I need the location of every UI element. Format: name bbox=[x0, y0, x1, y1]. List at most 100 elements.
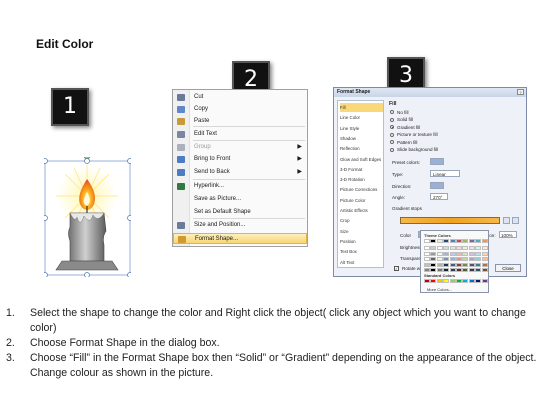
standard-color-swatch[interactable] bbox=[481, 279, 488, 283]
color-swatch[interactable] bbox=[456, 257, 462, 261]
color-swatch[interactable] bbox=[443, 262, 450, 267]
color-swatch[interactable] bbox=[443, 268, 450, 272]
color-swatch[interactable] bbox=[468, 246, 475, 250]
standard-color-swatch[interactable] bbox=[424, 279, 430, 283]
color-swatch[interactable] bbox=[424, 251, 430, 256]
menu-item-set-as-default-shape[interactable]: Set as Default Shape bbox=[173, 207, 307, 218]
color-swatch[interactable] bbox=[449, 246, 456, 250]
color-swatch[interactable] bbox=[424, 262, 430, 267]
nav-item-alt-text[interactable]: Alt Text bbox=[340, 258, 383, 267]
nav-item-glow-and-soft-edges[interactable]: Glow and Soft Edges bbox=[340, 155, 383, 164]
color-swatch[interactable] bbox=[449, 268, 456, 272]
nav-item-picture-color[interactable]: Picture Color bbox=[340, 196, 383, 205]
color-swatch[interactable] bbox=[468, 257, 475, 261]
fill-radio-5[interactable] bbox=[390, 147, 394, 152]
nav-item-line-color[interactable]: Line Color bbox=[340, 113, 383, 122]
fill-radio-4[interactable] bbox=[390, 140, 394, 144]
menu-item-format-shape[interactable]: Format Shape... bbox=[173, 233, 307, 244]
nav-item-position[interactable]: Position bbox=[340, 237, 383, 246]
color-swatch[interactable] bbox=[462, 251, 469, 256]
nav-item-picture-corrections[interactable]: Picture Corrections bbox=[340, 185, 383, 194]
color-swatch[interactable] bbox=[481, 257, 488, 261]
color-swatch[interactable] bbox=[481, 251, 488, 256]
standard-color-swatch[interactable] bbox=[456, 279, 462, 283]
color-swatch[interactable] bbox=[481, 262, 488, 267]
type-dropdown[interactable]: Linear bbox=[430, 170, 460, 177]
color-swatch[interactable] bbox=[430, 257, 437, 261]
color-swatch[interactable] bbox=[468, 239, 475, 243]
color-swatch[interactable] bbox=[462, 268, 469, 272]
rotate-checkbox[interactable]: ✓ bbox=[394, 266, 399, 271]
color-swatch[interactable] bbox=[449, 239, 456, 243]
color-swatch[interactable] bbox=[462, 239, 469, 243]
color-swatch[interactable] bbox=[462, 246, 469, 250]
angle-input[interactable]: 270° bbox=[430, 193, 448, 200]
menu-item-edit-text[interactable]: Edit Text bbox=[173, 129, 307, 140]
color-swatch[interactable] bbox=[436, 268, 443, 272]
standard-color-swatch[interactable] bbox=[443, 279, 450, 283]
menu-item-size-and-position[interactable]: Size and Position... bbox=[173, 220, 307, 231]
nav-item-text-box[interactable]: Text Box bbox=[340, 247, 383, 256]
color-swatch[interactable] bbox=[449, 251, 456, 256]
color-swatch[interactable] bbox=[481, 239, 488, 243]
color-swatch[interactable] bbox=[475, 246, 482, 250]
nav-item-reflection[interactable]: Reflection bbox=[340, 144, 383, 153]
position-input[interactable]: 100% bbox=[499, 231, 517, 238]
color-swatch[interactable] bbox=[443, 257, 450, 261]
color-swatch[interactable] bbox=[475, 268, 482, 272]
color-swatch[interactable] bbox=[430, 239, 437, 243]
direction-dropdown[interactable] bbox=[430, 182, 444, 189]
color-swatch[interactable] bbox=[436, 239, 443, 243]
add-stop-button[interactable] bbox=[503, 217, 510, 224]
nav-item-line-style[interactable]: Line Style bbox=[340, 124, 383, 133]
standard-color-swatch[interactable] bbox=[430, 279, 437, 283]
menu-item-copy[interactable]: Copy bbox=[173, 104, 307, 115]
color-swatch[interactable] bbox=[424, 239, 430, 243]
standard-color-swatch[interactable] bbox=[468, 279, 475, 283]
standard-color-swatch[interactable] bbox=[449, 279, 456, 283]
color-swatch[interactable] bbox=[456, 262, 462, 267]
nav-item-size[interactable]: Size bbox=[340, 227, 383, 236]
nav-item-shadow[interactable]: Shadow bbox=[340, 134, 383, 143]
remove-stop-button[interactable] bbox=[512, 217, 519, 224]
color-swatch[interactable] bbox=[475, 251, 482, 256]
nav-item-crop[interactable]: Crop bbox=[340, 216, 383, 225]
color-swatch[interactable] bbox=[468, 268, 475, 272]
color-swatch[interactable] bbox=[436, 262, 443, 267]
menu-item-hyperlink[interactable]: Hyperlink... bbox=[173, 181, 307, 192]
color-swatch[interactable] bbox=[456, 239, 462, 243]
color-swatch[interactable] bbox=[436, 246, 443, 250]
nav-item-3-d-rotation[interactable]: 3-D Rotation bbox=[340, 175, 383, 184]
nav-item-artistic-effects[interactable]: Artistic Effects bbox=[340, 206, 383, 215]
color-swatch[interactable] bbox=[462, 257, 469, 261]
standard-color-swatch[interactable] bbox=[436, 279, 443, 283]
standard-color-swatch[interactable] bbox=[475, 279, 482, 283]
menu-item-cut[interactable]: Cut bbox=[173, 92, 307, 103]
color-swatch[interactable] bbox=[430, 262, 437, 267]
menu-item-bring-to-front[interactable]: Bring to Front ▶ bbox=[173, 154, 307, 165]
color-swatch[interactable] bbox=[430, 268, 437, 272]
color-swatch[interactable] bbox=[443, 239, 450, 243]
dialog-help-button[interactable]: ? bbox=[517, 89, 524, 95]
color-swatch[interactable] bbox=[436, 251, 443, 256]
color-swatch[interactable] bbox=[436, 257, 443, 261]
color-swatch[interactable] bbox=[481, 268, 488, 272]
color-swatch[interactable] bbox=[481, 246, 488, 250]
color-swatch[interactable] bbox=[424, 257, 430, 261]
fill-radio-0[interactable] bbox=[390, 110, 394, 114]
preset-colors-dropdown[interactable] bbox=[430, 158, 444, 165]
color-swatch[interactable] bbox=[456, 268, 462, 272]
gradient-stops-bar[interactable] bbox=[400, 217, 500, 224]
color-swatch[interactable] bbox=[443, 246, 450, 250]
candle-shape[interactable] bbox=[42, 152, 133, 278]
color-swatch[interactable] bbox=[443, 251, 450, 256]
color-swatch[interactable] bbox=[475, 239, 482, 243]
color-swatch[interactable] bbox=[449, 262, 456, 267]
standard-color-swatch[interactable] bbox=[462, 279, 469, 283]
color-swatch[interactable] bbox=[468, 262, 475, 267]
color-swatch[interactable] bbox=[430, 246, 437, 250]
menu-item-send-to-back[interactable]: Send to Back ▶ bbox=[173, 167, 307, 178]
fill-radio-1[interactable] bbox=[390, 117, 394, 122]
color-swatch[interactable] bbox=[424, 268, 430, 272]
nav-item-fill[interactable]: Fill bbox=[340, 103, 383, 112]
